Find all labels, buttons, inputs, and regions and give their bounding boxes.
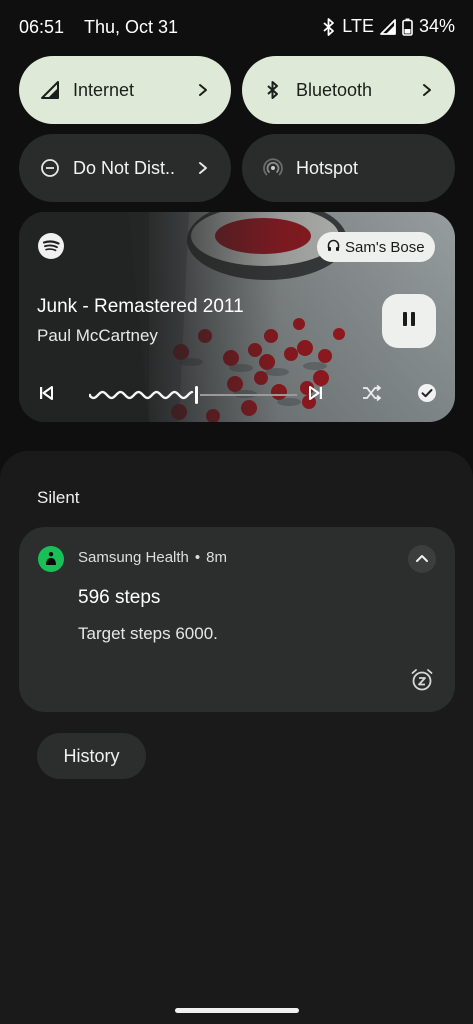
snooze-icon xyxy=(410,669,434,696)
pause-icon xyxy=(401,310,417,333)
previous-button[interactable] xyxy=(34,383,58,407)
notification-card[interactable]: Samsung Health • 8m 596 steps Target ste… xyxy=(19,527,455,712)
tile-internet[interactable]: Internet xyxy=(19,56,231,124)
history-button[interactable]: History xyxy=(37,733,146,779)
shuffle-icon xyxy=(362,384,382,407)
separator-dot: • xyxy=(194,549,201,566)
notification-age: 8m xyxy=(206,549,228,566)
do-not-disturb-icon xyxy=(39,157,61,179)
shuffle-button[interactable] xyxy=(360,383,384,407)
media-artist: Paul McCartney xyxy=(37,326,158,345)
chevron-right-icon xyxy=(417,80,437,100)
snooze-button[interactable] xyxy=(410,668,434,692)
collapse-button[interactable] xyxy=(408,545,436,573)
output-device-label: Sam's Bose xyxy=(345,238,425,256)
network-type: LTE xyxy=(342,16,374,36)
tile-internet-label: Internet xyxy=(73,79,135,100)
hotspot-icon xyxy=(262,157,284,179)
seek-progress xyxy=(89,390,194,400)
notification-header: Samsung Health • 8m xyxy=(78,549,227,566)
notification-body: Target steps 6000. xyxy=(78,624,218,643)
navigation-handle[interactable] xyxy=(175,1008,299,1013)
check-circle-icon xyxy=(417,383,437,408)
cell-signal-icon xyxy=(380,18,396,35)
media-player-card[interactable]: Sam's Bose Junk - Remastered 2011 Paul M… xyxy=(19,212,455,422)
battery-percent: 34% xyxy=(418,16,455,36)
saved-button[interactable] xyxy=(415,383,439,407)
tile-hotspot[interactable]: Hotspot xyxy=(242,134,455,202)
tile-do-not-disturb[interactable]: Do Not Dist.. xyxy=(19,134,231,202)
signal-icon xyxy=(39,79,61,101)
status-date: Thu, Oct 31 xyxy=(84,17,179,37)
tile-bluetooth[interactable]: Bluetooth xyxy=(242,56,455,124)
skip-next-icon xyxy=(308,385,324,406)
tile-bluetooth-label: Bluetooth xyxy=(296,79,373,100)
notification-app-name: Samsung Health xyxy=(78,549,189,566)
bluetooth-icon xyxy=(322,17,336,36)
status-bar: 06:51 Thu, Oct 31 LTE 34% xyxy=(0,0,473,56)
status-time: 06:51 xyxy=(19,17,65,37)
skip-previous-icon xyxy=(38,385,54,406)
tile-hotspot-label: Hotspot xyxy=(296,157,359,178)
seek-thumb[interactable] xyxy=(195,386,198,404)
output-device-chip[interactable]: Sam's Bose xyxy=(317,232,435,262)
chevron-right-icon xyxy=(193,80,213,100)
spotify-icon xyxy=(38,233,64,259)
notification-title: 596 steps xyxy=(78,587,161,608)
headphones-icon xyxy=(327,239,340,256)
media-song-title: Junk - Remastered 2011 xyxy=(37,296,244,317)
seek-bar[interactable] xyxy=(89,382,299,408)
bluetooth-icon xyxy=(262,79,284,101)
battery-icon xyxy=(402,18,413,36)
status-icons: LTE 34% xyxy=(322,16,455,37)
pause-button[interactable] xyxy=(382,294,436,348)
tile-dnd-label: Do Not Dist.. xyxy=(73,157,176,178)
section-header-silent: Silent xyxy=(37,488,80,507)
chevron-up-icon xyxy=(415,550,429,568)
samsung-health-icon xyxy=(38,546,64,572)
chevron-right-icon xyxy=(193,158,213,178)
next-button[interactable] xyxy=(304,383,328,407)
